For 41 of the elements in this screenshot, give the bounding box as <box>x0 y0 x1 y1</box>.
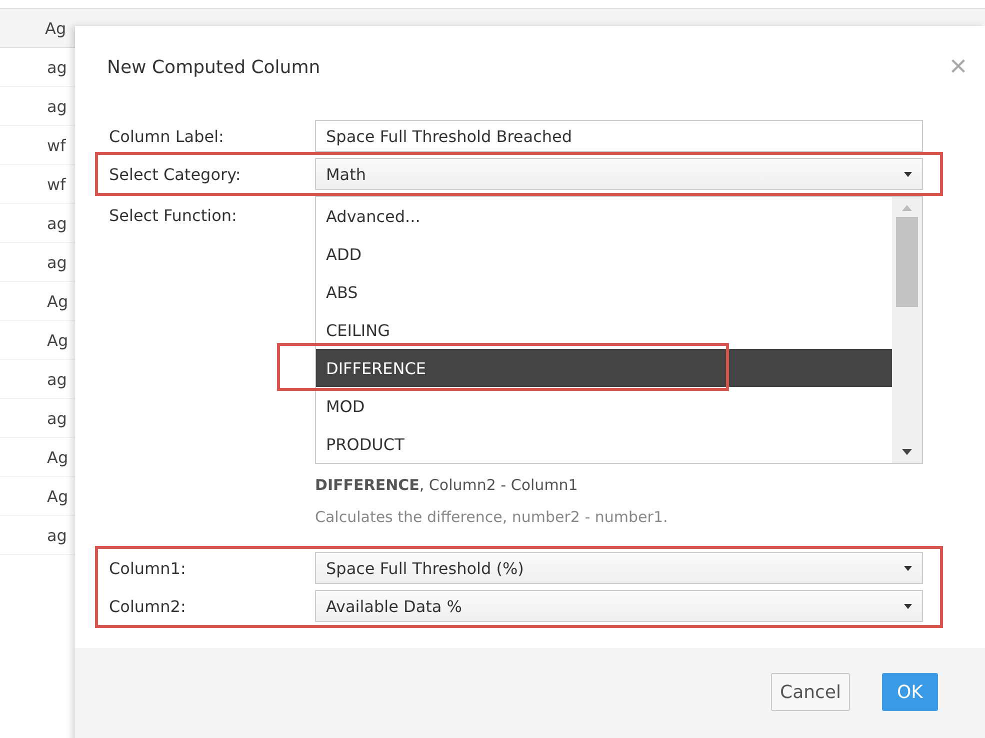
field-label: Column2: <box>108 596 187 616</box>
table-cell: wf <box>47 174 66 194</box>
list-item[interactable]: PRODUCT <box>316 425 892 463</box>
input-field[interactable]: Space Full Threshold Breached <box>315 120 923 152</box>
table-cell: ag <box>47 526 67 544</box>
field-label: Select Category: <box>108 164 242 184</box>
field-label: Column1: <box>108 558 187 578</box>
caret-icon <box>904 172 912 176</box>
scrollbar-thumb[interactable] <box>896 217 918 307</box>
table-cell: ag <box>47 252 67 272</box>
table-cell: ag <box>47 370 67 388</box>
list-item[interactable]: DIFFERENCE <box>316 349 892 387</box>
field-label: Column Label: <box>108 126 225 146</box>
table-cell: Ag <box>47 292 68 310</box>
table-cell: Ag <box>47 330 68 350</box>
dialog-title: New Computed Column <box>107 56 320 78</box>
list-item[interactable]: ABS <box>316 273 892 311</box>
column-header[interactable]: Ag <box>45 18 66 38</box>
table-cell: ag <box>47 96 67 116</box>
scroll-up-icon[interactable] <box>902 205 912 211</box>
function-description: Calculates the difference, number2 - number1. <box>315 508 669 526</box>
list-item[interactable]: MOD <box>316 387 892 425</box>
table-cell: wf <box>47 136 66 154</box>
table-cell: ag <box>47 58 67 76</box>
table-cell: Ag <box>47 486 68 506</box>
caret-icon <box>904 604 912 608</box>
function-syntax: DIFFERENCE, Column2 - Column1 <box>315 476 579 494</box>
list-item[interactable]: CEILING <box>316 311 892 349</box>
caret-icon <box>904 566 912 570</box>
list-item[interactable]: Advanced... <box>316 197 892 235</box>
column-select[interactable]: Space Full Threshold (%) <box>315 552 923 584</box>
table-cell: ag <box>47 408 67 428</box>
scrollbar[interactable] <box>892 197 922 463</box>
field-label: Select Function: <box>108 205 238 225</box>
category-select[interactable]: Math <box>315 158 923 190</box>
table-cell: Ag <box>47 448 68 466</box>
list-item[interactable]: ADD <box>316 235 892 273</box>
column-select[interactable]: Available Data % <box>315 590 923 622</box>
cancel-button[interactable]: Cancel <box>771 673 850 711</box>
scroll-down-icon[interactable] <box>902 449 912 455</box>
table-cell: ag <box>47 214 67 232</box>
